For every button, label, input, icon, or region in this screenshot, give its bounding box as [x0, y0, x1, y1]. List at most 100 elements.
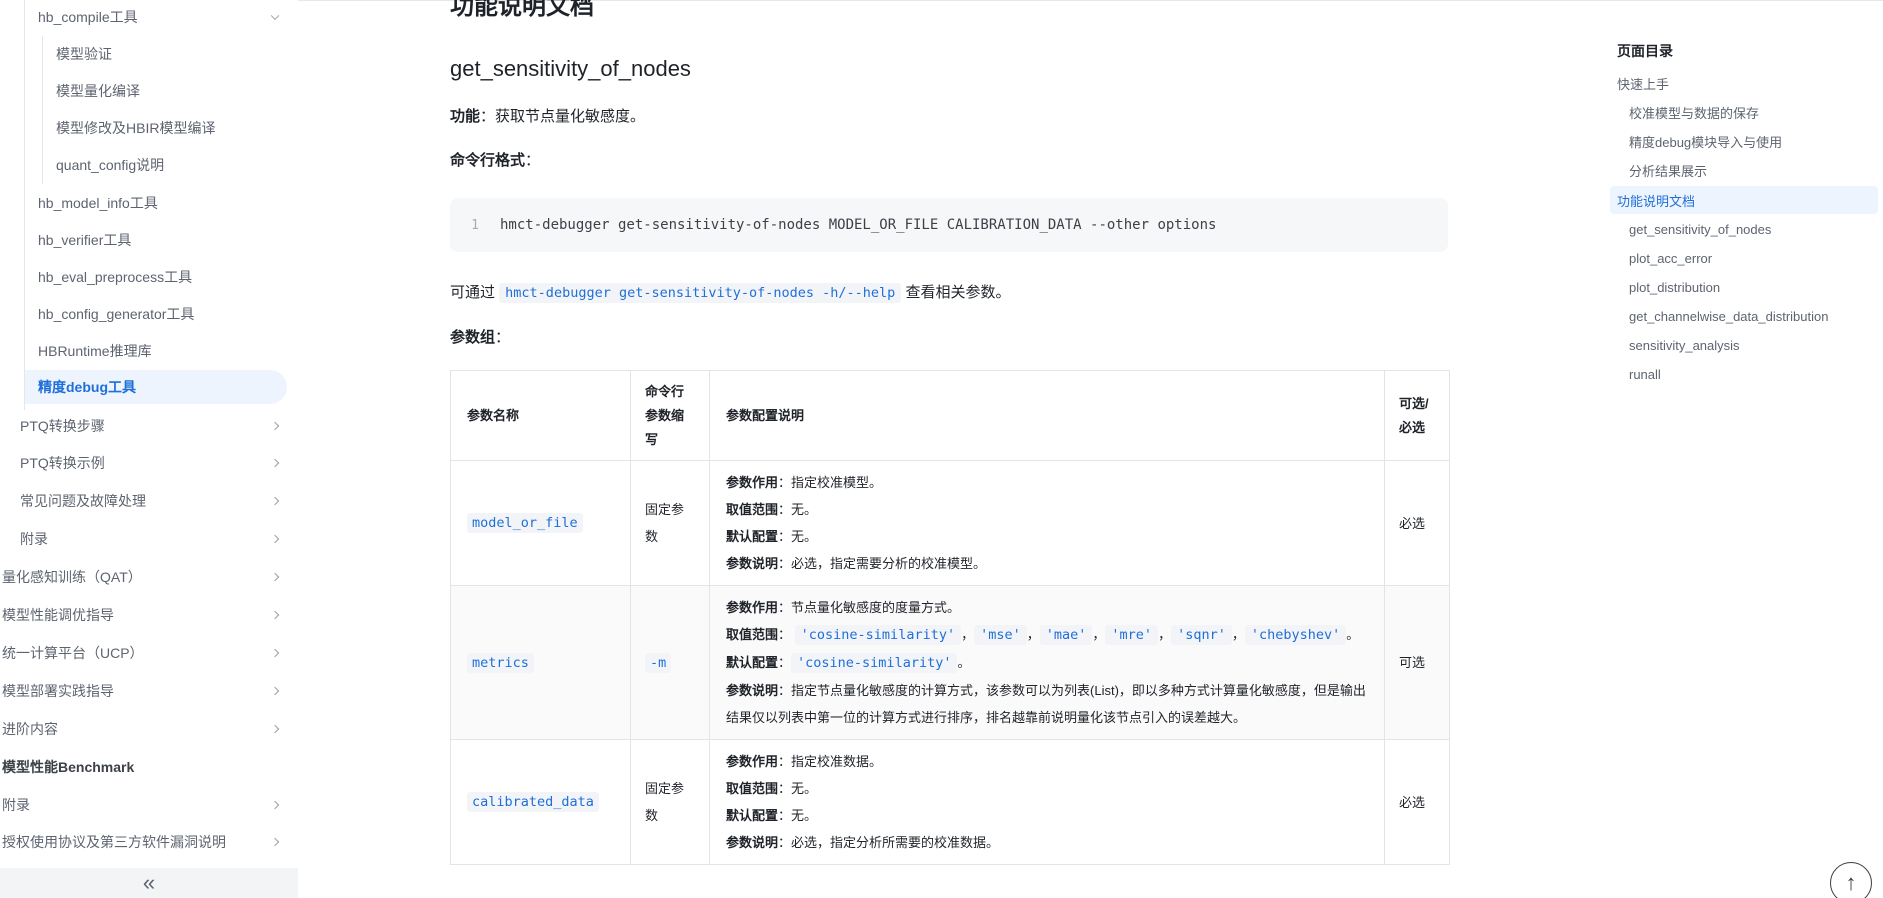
- table-row: metrics -m 参数作用：节点量化敏感度的度量方式。 取值范围： 'cos…: [450, 585, 1450, 740]
- sidebar-item-faq[interactable]: 常见问题及故障处理: [20, 484, 288, 518]
- code-block[interactable]: 1 hmct-debugger get-sensitivity-of-nodes…: [450, 198, 1448, 252]
- param-desc: 参数作用：节点量化敏感度的度量方式。 取值范围： 'cosine-similar…: [709, 585, 1385, 740]
- sidebar-item-label: PTQ转换示例: [20, 455, 105, 471]
- role-label: 参数作用: [726, 754, 779, 769]
- chevron-right-icon: [270, 837, 280, 847]
- toc-item-save-model-data[interactable]: 校准模型与数据的保存: [1629, 98, 1759, 126]
- param-abbr: 固定参数: [630, 739, 710, 865]
- sidebar-item-precision-debug[interactable]: 精度debug工具: [25, 370, 287, 404]
- sidebar-item-advanced[interactable]: 进阶内容: [2, 712, 288, 746]
- sidebar-item-quant-config[interactable]: quant_config说明: [56, 148, 288, 182]
- back-to-top-button[interactable]: ↑: [1830, 862, 1872, 898]
- range-label: 取值范围: [726, 781, 779, 796]
- sidebar-item-appendix-ptq[interactable]: 附录: [20, 522, 288, 556]
- range-prefix: ：: [778, 627, 792, 642]
- sidebar-item-label: quant_config说明: [56, 157, 165, 173]
- sidebar-item-hb-model-info[interactable]: hb_model_info工具: [38, 186, 288, 220]
- param-required: 必选: [1384, 739, 1450, 865]
- sidebar-item-label: 量化感知训练（QAT）: [2, 569, 142, 585]
- sidebar-item-perf-tuning[interactable]: 模型性能调优指导: [2, 598, 288, 632]
- param-abbr: 固定参数: [630, 460, 710, 586]
- chevron-right-icon: [270, 648, 280, 658]
- toc-item-quick-start[interactable]: 快速上手: [1617, 69, 1669, 97]
- toc-item-channelwise-distribution[interactable]: get_channelwise_data_distribution: [1629, 302, 1828, 330]
- params-label: 参数组: [450, 329, 496, 346]
- sidebar-item-hb-verifier[interactable]: hb_verifier工具: [38, 223, 288, 257]
- section-heading-cut: 功能说明文档: [450, 0, 594, 20]
- code-line: hmct-debugger get-sensitivity-of-nodes M…: [500, 217, 1217, 233]
- sidebar-item-qat[interactable]: 量化感知训练（QAT）: [2, 560, 288, 594]
- toc-item-plot-distribution[interactable]: plot_distribution: [1629, 273, 1720, 301]
- cmd-format-label: 命令行格式: [450, 152, 526, 169]
- chevron-right-icon: [270, 534, 280, 544]
- sidebar-item-deploy-guide[interactable]: 模型部署实践指导: [2, 674, 288, 708]
- sidebar-item-ucp[interactable]: 统一计算平台（UCP）: [2, 636, 288, 670]
- sidebar-item-label: 模型验证: [56, 46, 112, 62]
- toc-item-sensitivity-analysis[interactable]: sensitivity_analysis: [1629, 331, 1740, 359]
- sidebar-item-benchmark[interactable]: 模型性能Benchmark: [2, 750, 288, 784]
- sidebar-item-label: hb_config_generator工具: [38, 306, 195, 322]
- range-label: 取值范围: [726, 627, 779, 642]
- cmd-format-heading: 命令行格式：: [450, 149, 540, 170]
- toc-item-result-display[interactable]: 分析结果展示: [1629, 156, 1707, 184]
- double-chevron-left-icon: «: [142, 870, 156, 895]
- help-text: 可通过 hmct-debugger get-sensitivity-of-nod…: [450, 281, 1010, 303]
- function-description: 功能：获取节点量化敏感度。: [450, 105, 645, 126]
- sidebar-item-label: 附录: [2, 797, 30, 813]
- page-toc: 页面目录 快速上手 校准模型与数据的保存 精度debug模块导入与使用 分析结果…: [1605, 0, 1883, 898]
- sidebar-item-ptq-examples[interactable]: PTQ转换示例: [20, 446, 288, 480]
- sidebar: hb_compile工具 模型验证 模型量化编译 模型修改及HBIR模型编译 q…: [0, 0, 298, 898]
- chevron-right-icon: [270, 572, 280, 582]
- sidebar-item-hb-compile[interactable]: hb_compile工具: [38, 0, 288, 34]
- default-label: 默认配置: [726, 808, 779, 823]
- sidebar-item-label: 模型性能调优指导: [2, 607, 114, 623]
- role-text: ：指定校准数据。: [778, 754, 883, 769]
- sidebar-item-license[interactable]: 授权使用协议及第三方软件漏洞说明: [2, 825, 288, 859]
- sidebar-item-label: 模型修改及HBIR模型编译: [56, 120, 216, 136]
- role-label: 参数作用: [726, 600, 779, 615]
- range-text: ：无。: [778, 502, 818, 517]
- chevron-right-icon: [270, 800, 280, 810]
- sidebar-item-label: hb_verifier工具: [38, 232, 132, 248]
- help-prefix: 可通过: [450, 284, 500, 301]
- header-param-name: 参数名称: [450, 370, 631, 461]
- header-param-desc: 参数配置说明: [709, 370, 1385, 461]
- default-label: 默认配置: [726, 529, 779, 544]
- table-header-row: 参数名称 命令行参数缩写 参数配置说明 可选/必选: [450, 370, 1450, 461]
- sidebar-item-quant-compile[interactable]: 模型量化编译: [56, 74, 288, 108]
- function-label: 功能: [450, 108, 481, 125]
- chevron-right-icon: [270, 421, 280, 431]
- toc-item-plot-acc-error[interactable]: plot_acc_error: [1629, 244, 1712, 272]
- sidebar-item-hb-eval-preprocess[interactable]: hb_eval_preprocess工具: [38, 260, 288, 294]
- chevron-right-icon: [270, 458, 280, 468]
- role-label: 参数作用: [726, 475, 779, 490]
- toc-item-get-sensitivity-of-nodes[interactable]: get_sensitivity_of_nodes: [1629, 215, 1771, 243]
- param-name: calibrated_data: [467, 792, 599, 812]
- note-label: 参数说明: [726, 556, 779, 571]
- sidebar-item-hb-config-generator[interactable]: hb_config_generator工具: [38, 297, 288, 331]
- note-text: ：指定节点量化敏感度的计算方式，该参数可以为列表(List)，即以多种方式计算量…: [726, 683, 1366, 725]
- range-label: 取值范围: [726, 502, 779, 517]
- range-option: 'mre': [1105, 625, 1159, 645]
- param-abbr: -m: [645, 652, 672, 673]
- range-option: 'chebyshev': [1244, 625, 1347, 645]
- sidebar-item-label: 模型部署实践指导: [2, 683, 114, 699]
- param-desc: 参数作用：指定校准模型。 取值范围：无。 默认配置：无。 参数说明：必选，指定需…: [709, 460, 1385, 586]
- params-table: 参数名称 命令行参数缩写 参数配置说明 可选/必选 model_or_file …: [450, 370, 1450, 865]
- toc-item-debug-import[interactable]: 精度debug模块导入与使用: [1629, 127, 1782, 155]
- range-option: 'sqnr': [1171, 625, 1232, 645]
- sidebar-item-ptq-steps[interactable]: PTQ转换步骤: [20, 409, 288, 443]
- sidebar-item-label: 常见问题及故障处理: [20, 493, 146, 509]
- page-heading: get_sensitivity_of_nodes: [450, 56, 691, 81]
- sidebar-item-hbruntime[interactable]: HBRuntime推理库: [38, 334, 288, 368]
- toc-item-function-docs[interactable]: 功能说明文档: [1610, 186, 1878, 214]
- sidebar-collapse-button[interactable]: «: [0, 868, 298, 898]
- range-option: 'mse': [974, 625, 1027, 645]
- toc-item-runall[interactable]: runall: [1629, 360, 1661, 388]
- sidebar-item-hbir-compile[interactable]: 模型修改及HBIR模型编译: [56, 111, 288, 145]
- params-colon: ：: [495, 329, 511, 346]
- help-inline-code: hmct-debugger get-sensitivity-of-nodes -…: [499, 283, 902, 303]
- sidebar-item-model-verify[interactable]: 模型验证: [56, 37, 288, 71]
- sidebar-item-appendix[interactable]: 附录: [2, 788, 288, 822]
- table-row: calibrated_data 固定参数 参数作用：指定校准数据。 取值范围：无…: [450, 739, 1450, 865]
